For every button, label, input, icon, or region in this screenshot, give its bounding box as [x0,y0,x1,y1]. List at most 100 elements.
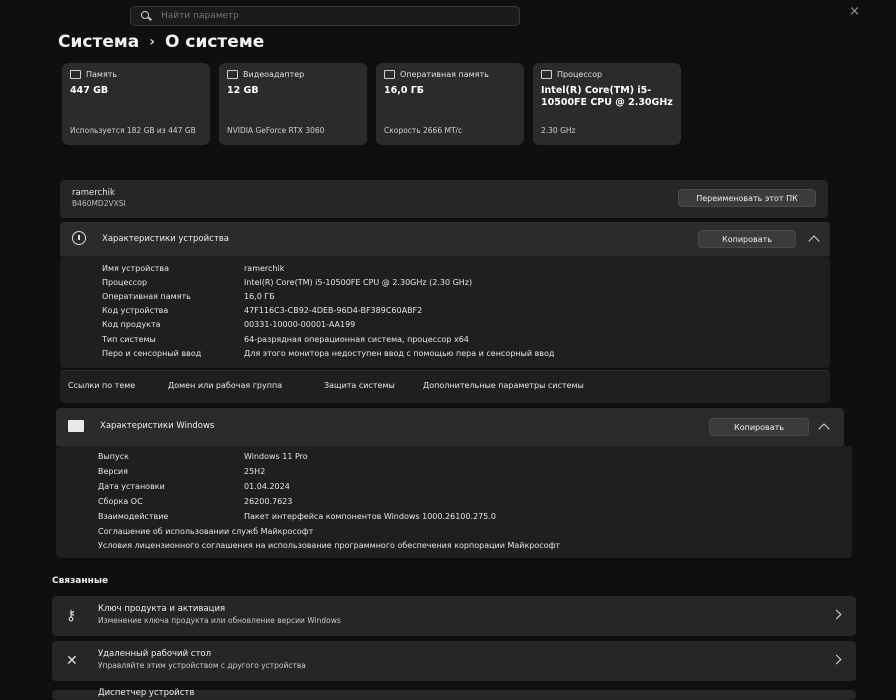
card-title: Оперативная память [400,70,489,79]
link-services-agreement[interactable]: Соглашение об использовании служб Майкро… [98,527,313,536]
device-specs-header[interactable]: Характеристики устройства Копировать [60,222,830,256]
related-title: Связанные [52,576,109,586]
card-storage[interactable]: Память 447 GB Используется 182 GB из 447… [62,63,210,145]
spec-value: 00331-10000-00001-AA199 [244,320,356,329]
spec-key: Процессор [102,278,148,287]
close-icon[interactable]: × [849,4,860,19]
spec-value: 25H2 [244,467,266,476]
ram-icon [384,70,395,79]
device-model: B460MD2VXSI [72,199,126,208]
spec-key: Выпуск [98,452,129,461]
chevron-up-icon[interactable] [808,235,820,247]
card-footer: 2.30 GHz [541,126,576,135]
card-title: Видеоадаптер [243,70,305,79]
spec-value: 64-разрядная операционная система, проце… [244,335,469,344]
link-license-terms[interactable]: Условия лицензионного соглашения на испо… [98,541,560,550]
spec-value: Windows 11 Pro [244,452,308,461]
card-gpu[interactable]: Видеоадаптер 12 GB NVIDIA GeForce RTX 30… [219,63,367,145]
card-value: 12 GB [227,85,259,96]
spec-row: Процессор Intel(R) Core(TM) i5-10500FE CP… [102,278,472,287]
spec-value: 26200.7623 [244,497,293,506]
windows-specs-body: Выпуск Windows 11 Pro Версия 25H2 Дата уст… [56,446,852,558]
spec-key: Тип системы [102,335,156,344]
spec-row: Дата установки 01.04.2024 [98,482,290,491]
card-footer: NVIDIA GeForce RTX 3060 [227,126,325,135]
related-item-title: Ключ продукта и активация [98,604,226,614]
cpu-icon [541,70,552,79]
spec-row: Перо и сенсорный ввод Для этого монитора … [102,349,554,358]
copy-windows-specs-button[interactable]: Копировать [709,418,809,436]
device-specs-body: Имя устройства ramerchik Процессор Intel(R… [60,256,830,368]
spec-value: Для этого монитора недоступен ввод с пом… [244,349,555,358]
page-title: О системе [165,32,265,52]
spec-row: Версия 25H2 [98,467,265,476]
spec-row: Код продукта 00331-10000-00001-AA199 [102,320,355,329]
spec-key: Версия [98,467,128,476]
card-ram[interactable]: Оперативная память 16,0 ГБ Скорость 2666… [376,63,524,145]
search-icon [139,9,153,23]
spec-row: Код устройства 47F116C3-CB92-4DEB-96D4-BF… [102,306,422,315]
link-advanced-system-settings[interactable]: Дополнительные параметры системы [423,381,584,390]
rename-pc-button[interactable]: Переименовать этот ПК [678,189,816,207]
spec-key: Взаимодействие [98,512,169,521]
spec-key: Код продукта [102,320,161,329]
spec-row: Выпуск Windows 11 Pro [98,452,308,461]
key-icon: ⚷ [66,608,77,624]
related-item-title: Диспетчер устройств [98,688,195,698]
info-icon [72,231,86,245]
copy-device-specs-button[interactable]: Копировать [698,230,796,248]
search-box[interactable] [130,6,520,26]
card-value: 16,0 ГБ [384,85,425,96]
spec-key: Перо и сенсорный ввод [102,349,202,358]
link-domain-workgroup[interactable]: Домен или рабочая группа [168,381,282,390]
spec-key: Оперативная память [102,292,191,301]
card-value: Intel(R) Core(TM) i5-10500FE CPU @ 2.30G… [541,85,673,108]
chevron-right-icon [831,609,842,620]
spec-row: Сборка ОС 26200.7623 [98,497,292,506]
search-input[interactable] [159,10,503,22]
windows-specs-header[interactable]: Характеристики Windows Копировать [56,408,844,446]
breadcrumb: Система › О системе [58,32,264,52]
spec-value: 16,0 ГБ [244,292,275,301]
remote-desktop-icon: ✕ [66,653,78,669]
related-item-title: Удаленный рабочий стол [98,649,212,659]
spec-value: 47F116C3-CB92-4DEB-96D4-BF389C60ABF2 [244,306,423,315]
spec-value: ramerchik [244,264,285,273]
related-item-remote-desktop[interactable]: ✕ Удаленный рабочий стол Управляйте этим… [52,641,856,681]
device-specs-title: Характеристики устройства [102,234,229,244]
related-item-subtitle: Изменение ключа продукта или обновление … [98,616,341,625]
spec-key: Сборка ОС [98,497,143,506]
card-title: Память [86,70,118,79]
card-footer: Скорость 2666 МТ/с [384,126,463,135]
windows-icon [68,420,84,432]
device-name: ramerchik [72,188,115,198]
spec-row: Оперативная память 16,0 ГБ [102,292,275,301]
spec-key: Имя устройства [102,264,170,273]
breadcrumb-parent[interactable]: Система [58,32,139,52]
storage-icon [70,70,81,79]
chevron-right-icon [831,654,842,665]
spec-row: Взаимодействие Пакет интерфейса компонент… [98,512,496,521]
gpu-icon [227,70,238,79]
spec-value: 01.04.2024 [244,482,290,491]
related-item-device-manager[interactable]: Диспетчер устройств [52,688,856,700]
chevron-up-icon[interactable] [818,423,830,435]
link-system-protection[interactable]: Защита системы [324,381,395,390]
device-name-row: ramerchik B460MD2VXSI Переименовать этот… [60,180,828,218]
card-cpu[interactable]: Процессор Intel(R) Core(TM) i5-10500FE C… [533,63,681,145]
spec-key: Код устройства [102,306,169,315]
related-links-bar: Ссылки по теме Домен или рабочая группа … [60,370,830,403]
breadcrumb-separator-icon: › [149,34,155,50]
spec-row: Тип системы 64-разрядная операционная сис… [102,335,469,344]
windows-specs-title: Характеристики Windows [100,421,215,431]
card-title: Процессор [557,70,603,79]
spec-row: Имя устройства ramerchik [102,264,284,273]
spec-key: Дата установки [98,482,165,491]
summary-cards: Память 447 GB Используется 182 GB из 447… [62,63,681,145]
related-links-label: Ссылки по теме [68,381,136,390]
related-item-subtitle: Управляйте этим устройством с другого ус… [98,661,306,670]
card-footer: Используется 182 GB из 447 GB [70,126,196,135]
related-item-product-key[interactable]: ⚷ Ключ продукта и активация Изменение кл… [52,596,856,636]
spec-value: Intel(R) Core(TM) i5-10500FE CPU @ 2.30G… [244,278,473,287]
spec-value: Пакет интерфейса компонентов Windows 100… [244,512,496,521]
